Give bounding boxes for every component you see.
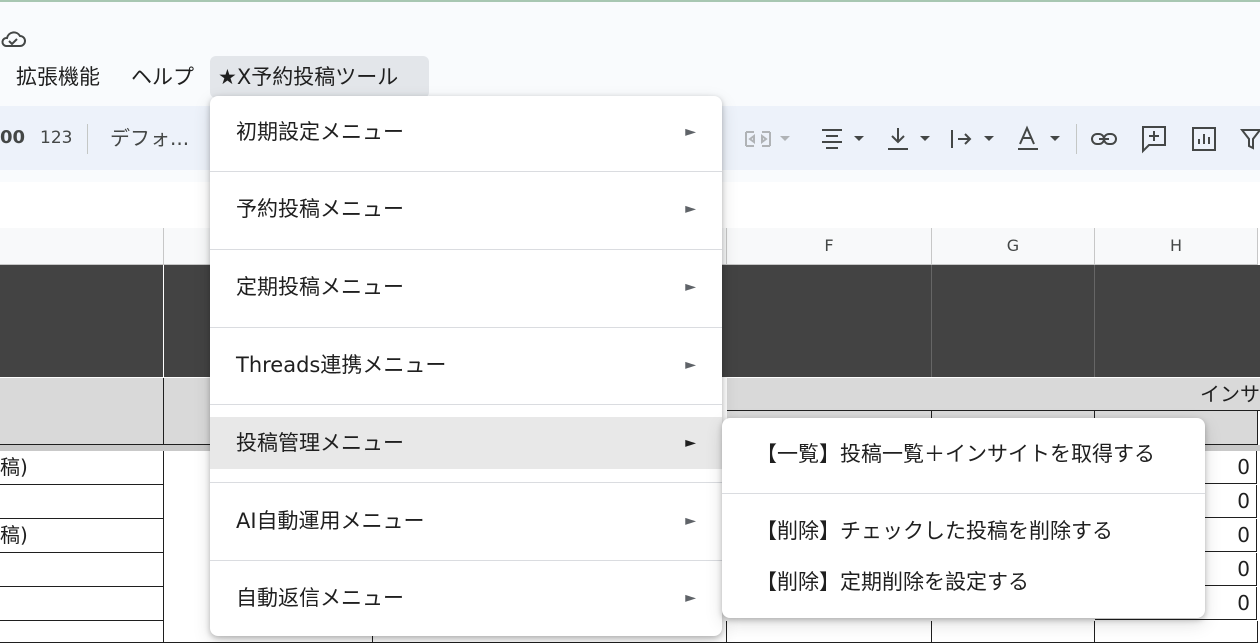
menu-help[interactable]: ヘルプ	[123, 56, 202, 98]
text-wrap-icon[interactable]	[948, 124, 1000, 154]
column-header-h[interactable]: H	[1095, 228, 1258, 265]
x-scheduler-dropdown-menu: 初期設定メニュー ► 予約投稿メニュー ► 定期投稿メニュー ► Threads…	[210, 96, 722, 636]
submenu-arrow-icon: ►	[685, 590, 696, 606]
insert-chart-icon[interactable]	[1190, 124, 1218, 154]
menu-bar: 拡張機能 ヘルプ ★X予約投稿ツール	[0, 56, 1260, 98]
column-header-f[interactable]: F	[727, 228, 932, 265]
menu-item-initial-settings[interactable]: 初期設定メニュー ►	[210, 106, 722, 158]
submenu-arrow-icon: ►	[685, 124, 696, 140]
header-cell-dark[interactable]	[0, 265, 163, 377]
menu-item-ai-auto-operation[interactable]: AI自動運用メニュー ►	[210, 495, 722, 547]
menu-separator	[722, 493, 1205, 494]
menu-extensions[interactable]: 拡張機能	[8, 56, 108, 98]
cell-divider	[931, 265, 932, 377]
insight-header-text: インサ	[1200, 382, 1260, 406]
insight-header-cell[interactable]: インサ	[727, 378, 1260, 411]
column-header[interactable]	[0, 228, 164, 265]
align-center-icon[interactable]	[818, 124, 870, 154]
insert-comment-icon[interactable]	[1140, 124, 1168, 154]
menu-x-scheduler-tool[interactable]: ★X予約投稿ツール	[210, 56, 429, 98]
table-cell[interactable]: 稿)	[0, 519, 164, 553]
submenu-item-scheduled-delete[interactable]: 【削除】定期削除を設定する	[722, 558, 1205, 606]
table-cell[interactable]: 稿)	[0, 451, 164, 485]
more-formats-button[interactable]: 123	[40, 106, 72, 170]
table-cell[interactable]	[932, 621, 1095, 643]
menu-separator	[210, 171, 722, 172]
table-cell[interactable]	[0, 587, 164, 621]
decimal-format-button[interactable]: 00	[0, 106, 25, 170]
vertical-align-bottom-icon[interactable]	[884, 124, 936, 154]
menu-separator	[210, 327, 722, 328]
table-cell[interactable]	[0, 553, 164, 587]
menu-item-recurring-post[interactable]: 定期投稿メニュー ►	[210, 261, 722, 313]
table-cell[interactable]	[727, 621, 932, 643]
submenu-arrow-icon: ►	[685, 201, 696, 217]
submenu-item-fetch-list-insights[interactable]: 【一覧】投稿一覧＋インサイトを取得する	[722, 430, 1205, 478]
submenu-arrow-icon: ►	[685, 435, 696, 451]
filter-icon[interactable]	[1240, 124, 1260, 154]
menu-separator	[210, 249, 722, 250]
font-family-select[interactable]: デフォ...	[110, 106, 189, 170]
menu-item-label: Threads連携メニュー	[236, 353, 447, 377]
table-cell[interactable]	[0, 621, 164, 643]
menu-item-threads-integration[interactable]: Threads連携メニュー ►	[210, 339, 722, 391]
post-management-submenu: 【一覧】投稿一覧＋インサイトを取得する 【削除】チェックした投稿を削除する 【削…	[722, 418, 1205, 618]
submenu-arrow-icon: ►	[685, 357, 696, 373]
menu-item-post-management[interactable]: 投稿管理メニュー ►	[210, 417, 722, 469]
submenu-arrow-icon: ►	[685, 513, 696, 529]
column-header-g[interactable]: G	[932, 228, 1095, 265]
submenu-item-delete-checked[interactable]: 【削除】チェックした投稿を削除する	[722, 507, 1205, 555]
merge-cells-icon[interactable]	[744, 124, 798, 154]
toolbar-divider	[1076, 124, 1077, 154]
insert-link-icon[interactable]	[1090, 124, 1118, 154]
menu-item-label: 定期投稿メニュー	[236, 275, 404, 299]
table-cell[interactable]	[1095, 621, 1258, 643]
text-rotate-icon[interactable]	[1014, 124, 1066, 154]
submenu-arrow-icon: ►	[685, 279, 696, 295]
menu-item-label: 予約投稿メニュー	[236, 197, 404, 221]
cloud-saved-icon[interactable]	[0, 28, 28, 52]
window-top-border	[0, 0, 1260, 2]
menu-item-label: 初期設定メニュー	[236, 120, 404, 144]
header-cell-gray[interactable]	[0, 378, 164, 445]
menu-item-label: 自動返信メニュー	[236, 586, 404, 610]
menu-separator	[210, 560, 722, 561]
cell-divider	[1094, 265, 1095, 377]
toolbar-divider	[87, 124, 88, 154]
menu-separator	[210, 404, 722, 405]
menu-separator	[210, 482, 722, 483]
menu-item-auto-reply[interactable]: 自動返信メニュー ►	[210, 572, 722, 624]
menu-item-label: AI自動運用メニュー	[236, 509, 425, 533]
table-cell[interactable]	[0, 485, 164, 519]
menu-item-label: 投稿管理メニュー	[236, 431, 404, 455]
menu-item-scheduled-post[interactable]: 予約投稿メニュー ►	[210, 183, 722, 235]
